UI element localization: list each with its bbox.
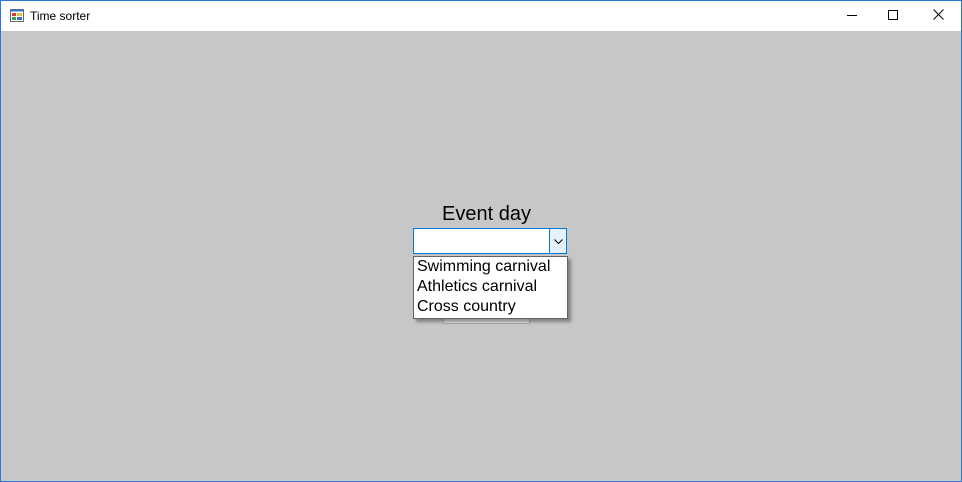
event-day-combobox[interactable] bbox=[413, 228, 567, 254]
app-window: Time sorter Event day Swimming carnival … bbox=[0, 0, 962, 482]
maximize-icon bbox=[888, 7, 898, 25]
chevron-down-icon bbox=[553, 232, 563, 250]
app-icon bbox=[10, 9, 24, 22]
form-client-area: Event day Swimming carnival Athletics ca… bbox=[1, 31, 961, 481]
maximize-button[interactable] bbox=[870, 1, 916, 31]
dropdown-option[interactable]: Swimming carnival bbox=[414, 257, 567, 277]
minimize-button[interactable] bbox=[829, 1, 875, 31]
combobox-dropdown-button[interactable] bbox=[549, 229, 566, 253]
minimize-icon bbox=[847, 7, 857, 25]
event-day-dropdown-list[interactable]: Swimming carnival Athletics carnival Cro… bbox=[413, 256, 568, 319]
dropdown-option[interactable]: Athletics carnival bbox=[414, 277, 567, 297]
dropdown-option[interactable]: Cross country bbox=[414, 297, 567, 317]
event-day-label: Event day bbox=[442, 203, 531, 225]
close-icon bbox=[932, 7, 944, 25]
window-title: Time sorter bbox=[30, 9, 91, 23]
close-button[interactable] bbox=[915, 1, 961, 31]
title-bar[interactable]: Time sorter bbox=[1, 1, 961, 31]
